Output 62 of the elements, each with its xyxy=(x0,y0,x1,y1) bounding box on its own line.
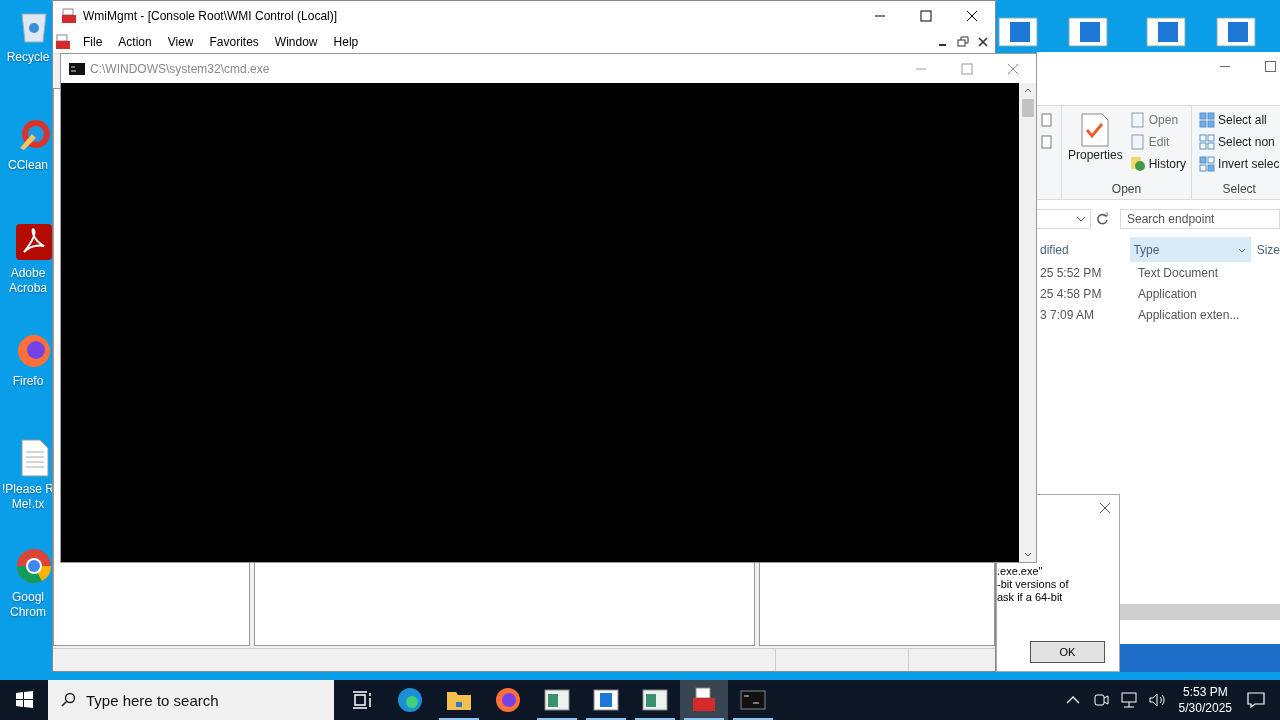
toolbox-icon[interactable] xyxy=(680,680,728,720)
dialog-text: .exe.exe" xyxy=(997,565,1044,578)
chrome-icon[interactable] xyxy=(14,546,54,586)
search-field[interactable]: Search endpoint xyxy=(1120,209,1280,229)
grid-icon xyxy=(1199,134,1216,150)
desktop-icon-label: Firefo xyxy=(12,374,44,389)
notification-icon[interactable] xyxy=(1246,690,1266,710)
select-none-button[interactable]: Select non xyxy=(1198,132,1280,152)
menu-item[interactable]: Help xyxy=(325,35,367,49)
checkmark-document-icon xyxy=(1079,112,1112,148)
network-icon[interactable] xyxy=(1118,690,1139,710)
desktop-icon-label: Recycle xyxy=(6,50,50,65)
table-cell-text: Text Document xyxy=(1137,265,1220,280)
clock-icon xyxy=(1129,156,1146,172)
properties-button[interactable]: Properties xyxy=(1066,110,1125,182)
desktop-icon-label: Acroba xyxy=(9,281,47,296)
column-header[interactable]: Size xyxy=(1250,237,1280,262)
desktop-icon-label: Googl xyxy=(12,590,44,605)
table-cell-text: Application xyxy=(1137,286,1198,301)
scroll-thumb[interactable] xyxy=(1021,99,1034,117)
dialog-text: ask if a 64-bit xyxy=(997,591,1064,604)
clock-time[interactable]: 5:53 PM xyxy=(1182,684,1228,700)
menu-item[interactable]: Window xyxy=(266,35,326,49)
search-icon xyxy=(60,692,76,708)
menu-item[interactable]: File xyxy=(75,35,111,49)
grid-icon xyxy=(1199,112,1216,128)
pdf-icon[interactable] xyxy=(14,222,54,262)
table-cell-text: 25 5:52 PM xyxy=(1039,265,1103,280)
document-icon xyxy=(1129,134,1146,150)
table-cell-text: Application exten... xyxy=(1137,307,1241,322)
scrollbar-track[interactable] xyxy=(1019,83,1036,562)
restore-icon[interactable] xyxy=(955,34,971,50)
window-title: C:\WINDOWS\system32\cmd.exe xyxy=(90,61,270,76)
history-button[interactable]: History xyxy=(1128,154,1188,174)
menu-item[interactable]: Action xyxy=(110,35,160,49)
console-icon xyxy=(69,62,85,75)
ok-button[interactable]: OK xyxy=(1030,641,1105,663)
desktop-icon-label: Me!.tx xyxy=(11,497,45,512)
search-field[interactable]: Type here to search xyxy=(48,680,334,720)
table-cell-text: 3 7:09 AM xyxy=(1039,307,1096,322)
toolbox-icon[interactable] xyxy=(55,34,71,50)
dialog-text: -bit versions of xyxy=(997,578,1069,591)
chevron-down-icon[interactable] xyxy=(1076,214,1087,224)
desktop-icon-label: Chrom xyxy=(10,605,46,620)
desktop-icon-label: CClean xyxy=(8,158,48,173)
group-label: Open xyxy=(1110,182,1143,198)
grid-icon xyxy=(1199,156,1216,172)
refresh-icon[interactable] xyxy=(1095,211,1110,227)
clock-date[interactable]: 5/30/2025 xyxy=(1178,700,1232,716)
menu-item[interactable]: Favorites xyxy=(201,35,267,49)
desktop-icon-label: Adobe xyxy=(10,266,46,281)
group-label: Select xyxy=(1221,182,1257,198)
select-invert-button[interactable]: Invert selec xyxy=(1198,154,1280,174)
select-all-button[interactable]: Select all xyxy=(1198,110,1280,130)
column-header[interactable]: Type xyxy=(1130,237,1251,262)
close-icon[interactable] xyxy=(1099,502,1111,514)
window-title: WmiMgmt - [Console Root\WMI Control (Local)] xyxy=(83,9,338,23)
menu-item[interactable]: View xyxy=(159,35,202,49)
column-header[interactable]: dified xyxy=(1037,237,1131,262)
document-icon xyxy=(1129,112,1146,128)
table-cell-text: 25 4:58 PM xyxy=(1039,286,1103,301)
toolbox-icon xyxy=(61,8,77,24)
